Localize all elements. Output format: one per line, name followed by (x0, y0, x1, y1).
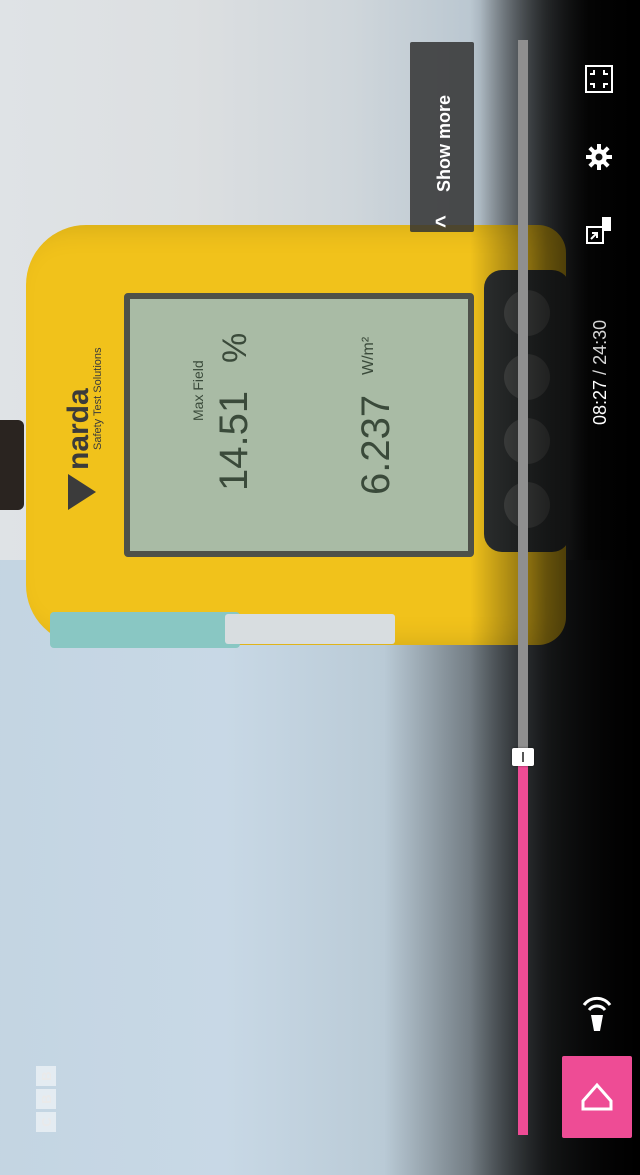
reading-bottom-value: 6.237 (354, 394, 398, 495)
fullscreen-exit-icon (585, 65, 613, 93)
meter-antenna (0, 420, 24, 510)
picture-in-picture-button[interactable] (582, 214, 616, 248)
brand-logo-icon (68, 474, 96, 510)
total-time: 24:30 (590, 319, 610, 365)
reading-top-value: 14.51 (212, 390, 256, 491)
seek-bar-progress (518, 757, 528, 1135)
show-more-label: Show more (434, 94, 454, 192)
reading-top-label: Max Field (190, 360, 206, 421)
meter-base-strip (50, 612, 240, 648)
meter-screen: Max Field 14.51 % 6.237 W/m² (124, 293, 474, 557)
picture-in-picture-icon (586, 217, 611, 244)
seek-bar-handle[interactable] (512, 748, 534, 766)
reading-bottom-unit: W/m² (360, 336, 377, 375)
cast-button[interactable] (580, 996, 614, 1031)
home-icon (581, 1082, 613, 1111)
controls-gradient (470, 0, 640, 1175)
cast-icon (582, 996, 612, 1031)
meter-sticker (225, 614, 395, 644)
home-button[interactable] (562, 1056, 632, 1138)
meter-brand-subtitle: Safety Test Solutions (92, 347, 104, 450)
fullscreen-exit-button[interactable] (582, 62, 616, 96)
current-time: 08:27 (590, 379, 610, 425)
watermark-letter: C (36, 1112, 56, 1132)
watermark-letter: B (36, 1089, 56, 1109)
bbc-watermark: B B C (36, 1066, 56, 1132)
watermark-letter: B (36, 1066, 56, 1086)
chevron-up-icon: ^ (431, 215, 456, 228)
gear-icon (586, 144, 612, 170)
time-display: 08:27 / 24:30 (590, 320, 611, 425)
settings-button[interactable] (582, 140, 616, 174)
show-more-button[interactable]: ^ Show more (410, 42, 474, 232)
time-separator: / (590, 369, 610, 375)
reading-top-unit: % (216, 332, 254, 363)
meter-brand: narda (62, 388, 95, 470)
